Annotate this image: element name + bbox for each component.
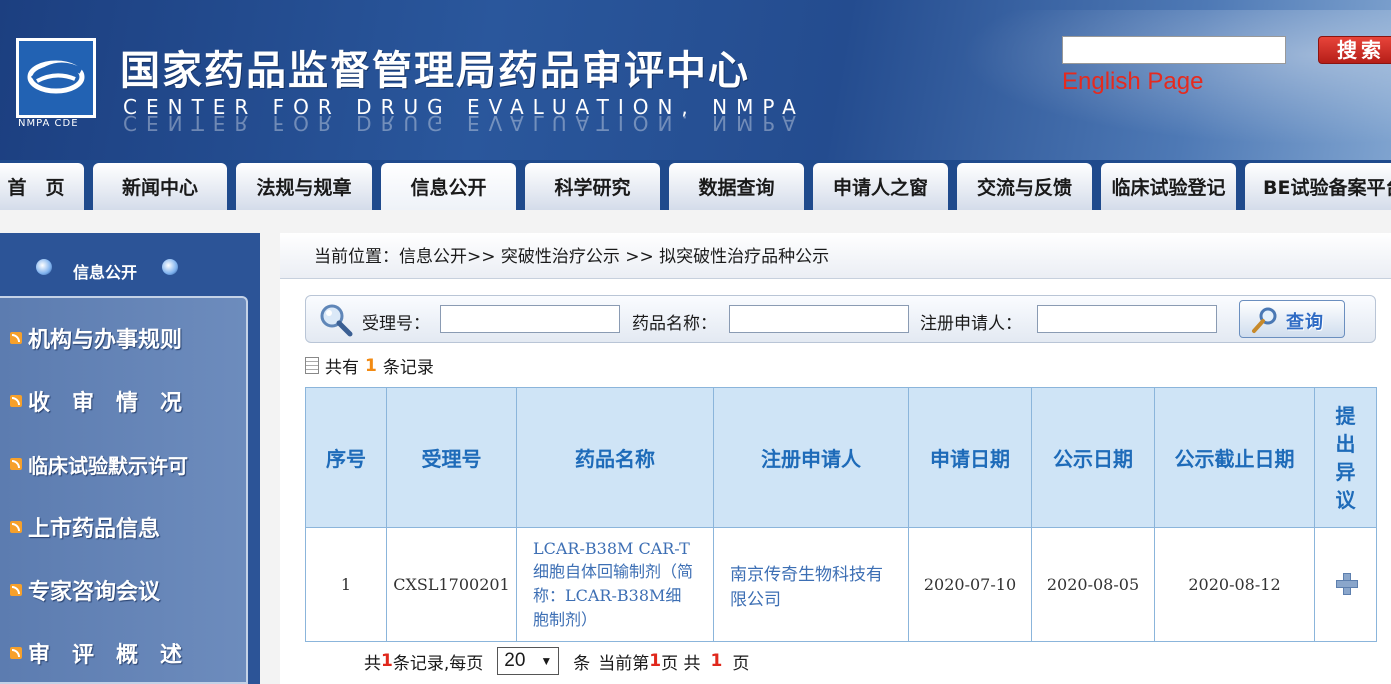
pager-total-pages: 1 [710,651,723,671]
query-button-label: 查询 [1286,312,1324,333]
nav-tab-applicant-window[interactable]: 申请人之窗 [813,163,948,210]
sidebar-item-rules[interactable]: 机构与办事规则 [10,318,182,358]
page-size-select[interactable]: 20 [497,647,560,675]
record-count-prefix: 共有 [325,358,359,378]
pager-pages-suffix: 页 [732,653,750,674]
drug-name-label: 药品名称： [632,314,717,334]
nav-tab-be-platform[interactable]: BE试验备案平台 [1245,163,1391,210]
site-search-button[interactable]: 搜索 [1318,36,1391,64]
col-header-index: 序号 [305,387,387,528]
cell-publish-date: 2020-08-05 [1031,527,1155,642]
cell-applicant: 南京传奇生物科技有限公司 [713,527,909,642]
sidebar-item-label: 专家咨询会议 [28,580,161,605]
site-header: NMPA CDE 国家药品监督管理局药品审评中心 CENTER FOR DRUG… [0,0,1391,160]
bullet-icon [162,259,178,275]
add-objection-icon[interactable] [1335,572,1358,595]
english-page-link[interactable]: English Page [1062,68,1203,96]
cell-index: 1 [305,527,387,642]
cell-accept-no: CXSL1700201 [386,527,517,642]
nav-tab-regulations[interactable]: 法规与规章 [236,163,372,210]
breadcrumb: 当前位置：信息公开>> 突破性治疗公示 >> 拟突破性治疗品种公示 [280,233,1391,279]
bullet-icon [36,259,52,275]
pager-total-prefix: 共 [364,653,381,674]
logo-icon [27,60,85,94]
filter-bar: 受理号： 药品名称： 注册申请人： 查询 [305,295,1376,343]
sidebar-title: 信息公开 [73,263,138,282]
sidebar-item-label: 收 审 情 况 [28,391,183,416]
nav-tab-info-disclosure[interactable]: 信息公开 [381,163,516,210]
main-nav: 首 页 新闻中心 法规与规章 信息公开 科学研究 数据查询 申请人之窗 交流与反… [0,160,1391,210]
record-count-value: 1 [365,355,377,376]
drug-name-input[interactable] [729,305,909,333]
col-header-apply-date: 申请日期 [908,387,1032,528]
pagination: 共 1 条记录,每页 20 条 当前第 1 页 共 1 页 [364,647,749,675]
pager-current-page: 1 [649,651,662,671]
sidebar-menu: 机构与办事规则 收 审 情 况 临床试验默示许可 上市药品信息 专家咨询会议 审… [0,296,248,684]
rss-icon [10,521,22,533]
accept-no-input[interactable] [440,305,620,333]
results-table: 序号 受理号 药品名称 注册申请人 申请日期 公示日期 公示截止日期 提出异议 … [305,387,1377,642]
logo-caption: NMPA CDE [18,118,79,129]
applicant-input[interactable] [1037,305,1217,333]
table-row: 1 CXSL1700201 LCAR-B38M CAR-T细胞自体回输制剂（简称… [305,527,1377,642]
rss-icon [10,647,22,659]
col-header-drug-name: 药品名称 [516,387,714,528]
rss-icon [10,332,22,344]
record-count: 共有 1 条记录 [305,353,434,378]
rss-icon [10,584,22,596]
pager-current-suffix: 页 共 [661,653,701,674]
col-header-publish-date: 公示日期 [1031,387,1155,528]
cell-apply-date: 2020-07-10 [908,527,1032,642]
col-header-applicant: 注册申请人 [713,387,909,528]
pager-total: 1 [381,651,393,671]
table-header-row: 序号 受理号 药品名称 注册申请人 申请日期 公示日期 公示截止日期 提出异议 [305,387,1377,528]
sidebar-item-review-status[interactable]: 收 审 情 况 [10,381,182,421]
nav-tab-data-query[interactable]: 数据查询 [669,163,804,210]
site-title: 国家药品监督管理局药品审评中心 [120,48,750,94]
sidebar-item-clinical-trial-permit[interactable]: 临床试验默示许可 [10,444,188,484]
pager-unit: 条 [573,653,591,674]
left-sidebar: 信息公开 机构与办事规则 收 审 情 况 临床试验默示许可 上市药品信息 专家咨… [0,233,260,684]
query-button[interactable]: 查询 [1239,300,1345,338]
col-header-objection-label: 提出异议 [1335,403,1356,512]
site-subtitle-reflection: CENTER FOR DRUG EVALUATION, NMPA [123,113,805,135]
rss-icon [10,395,22,407]
rss-icon [10,458,22,470]
accept-no-label: 受理号： [362,314,430,334]
list-icon [305,357,319,374]
nav-tab-news[interactable]: 新闻中心 [93,163,227,210]
sidebar-item-label: 临床试验默示许可 [28,453,188,478]
magnifier-icon [320,304,353,337]
nav-tab-research[interactable]: 科学研究 [525,163,660,210]
col-header-deadline: 公示截止日期 [1154,387,1315,528]
sidebar-item-label: 上市药品信息 [28,517,161,542]
sidebar-header: 信息公开 [0,233,260,295]
nav-tab-feedback[interactable]: 交流与反馈 [957,163,1092,210]
col-header-objection: 提出异议 [1314,387,1377,528]
main-content: 当前位置：信息公开>> 突破性治疗公示 >> 拟突破性治疗品种公示 受理号： 药… [280,233,1391,684]
sidebar-item-expert-meetings[interactable]: 专家咨询会议 [10,570,160,610]
sidebar-item-marketed-drugs[interactable]: 上市药品信息 [10,507,160,547]
cell-objection [1314,527,1377,642]
sidebar-item-label: 机构与办事规则 [28,328,183,353]
cell-drug-name[interactable]: LCAR-B38M CAR-T细胞自体回输制剂（简称：LCAR-B38M细胞制剂… [516,527,714,642]
nav-tab-clinical-trial-registry[interactable]: 临床试验登记 [1101,163,1236,210]
site-logo[interactable] [16,38,96,118]
nav-tab-home[interactable]: 首 页 [0,163,84,210]
pager-current-prefix: 当前第 [598,653,650,674]
cell-deadline: 2020-08-12 [1154,527,1315,642]
pager-total-suffix: 条记录,每页 [392,653,484,674]
applicant-label: 注册申请人： [920,314,1022,334]
site-search-input[interactable] [1062,36,1286,64]
sidebar-item-review-overview[interactable]: 审 评 概 述 [10,633,182,673]
sidebar-item-label: 审 评 概 述 [28,643,183,668]
search-icon [1252,307,1277,333]
record-count-suffix: 条记录 [382,358,434,378]
col-header-accept-no: 受理号 [386,387,517,528]
